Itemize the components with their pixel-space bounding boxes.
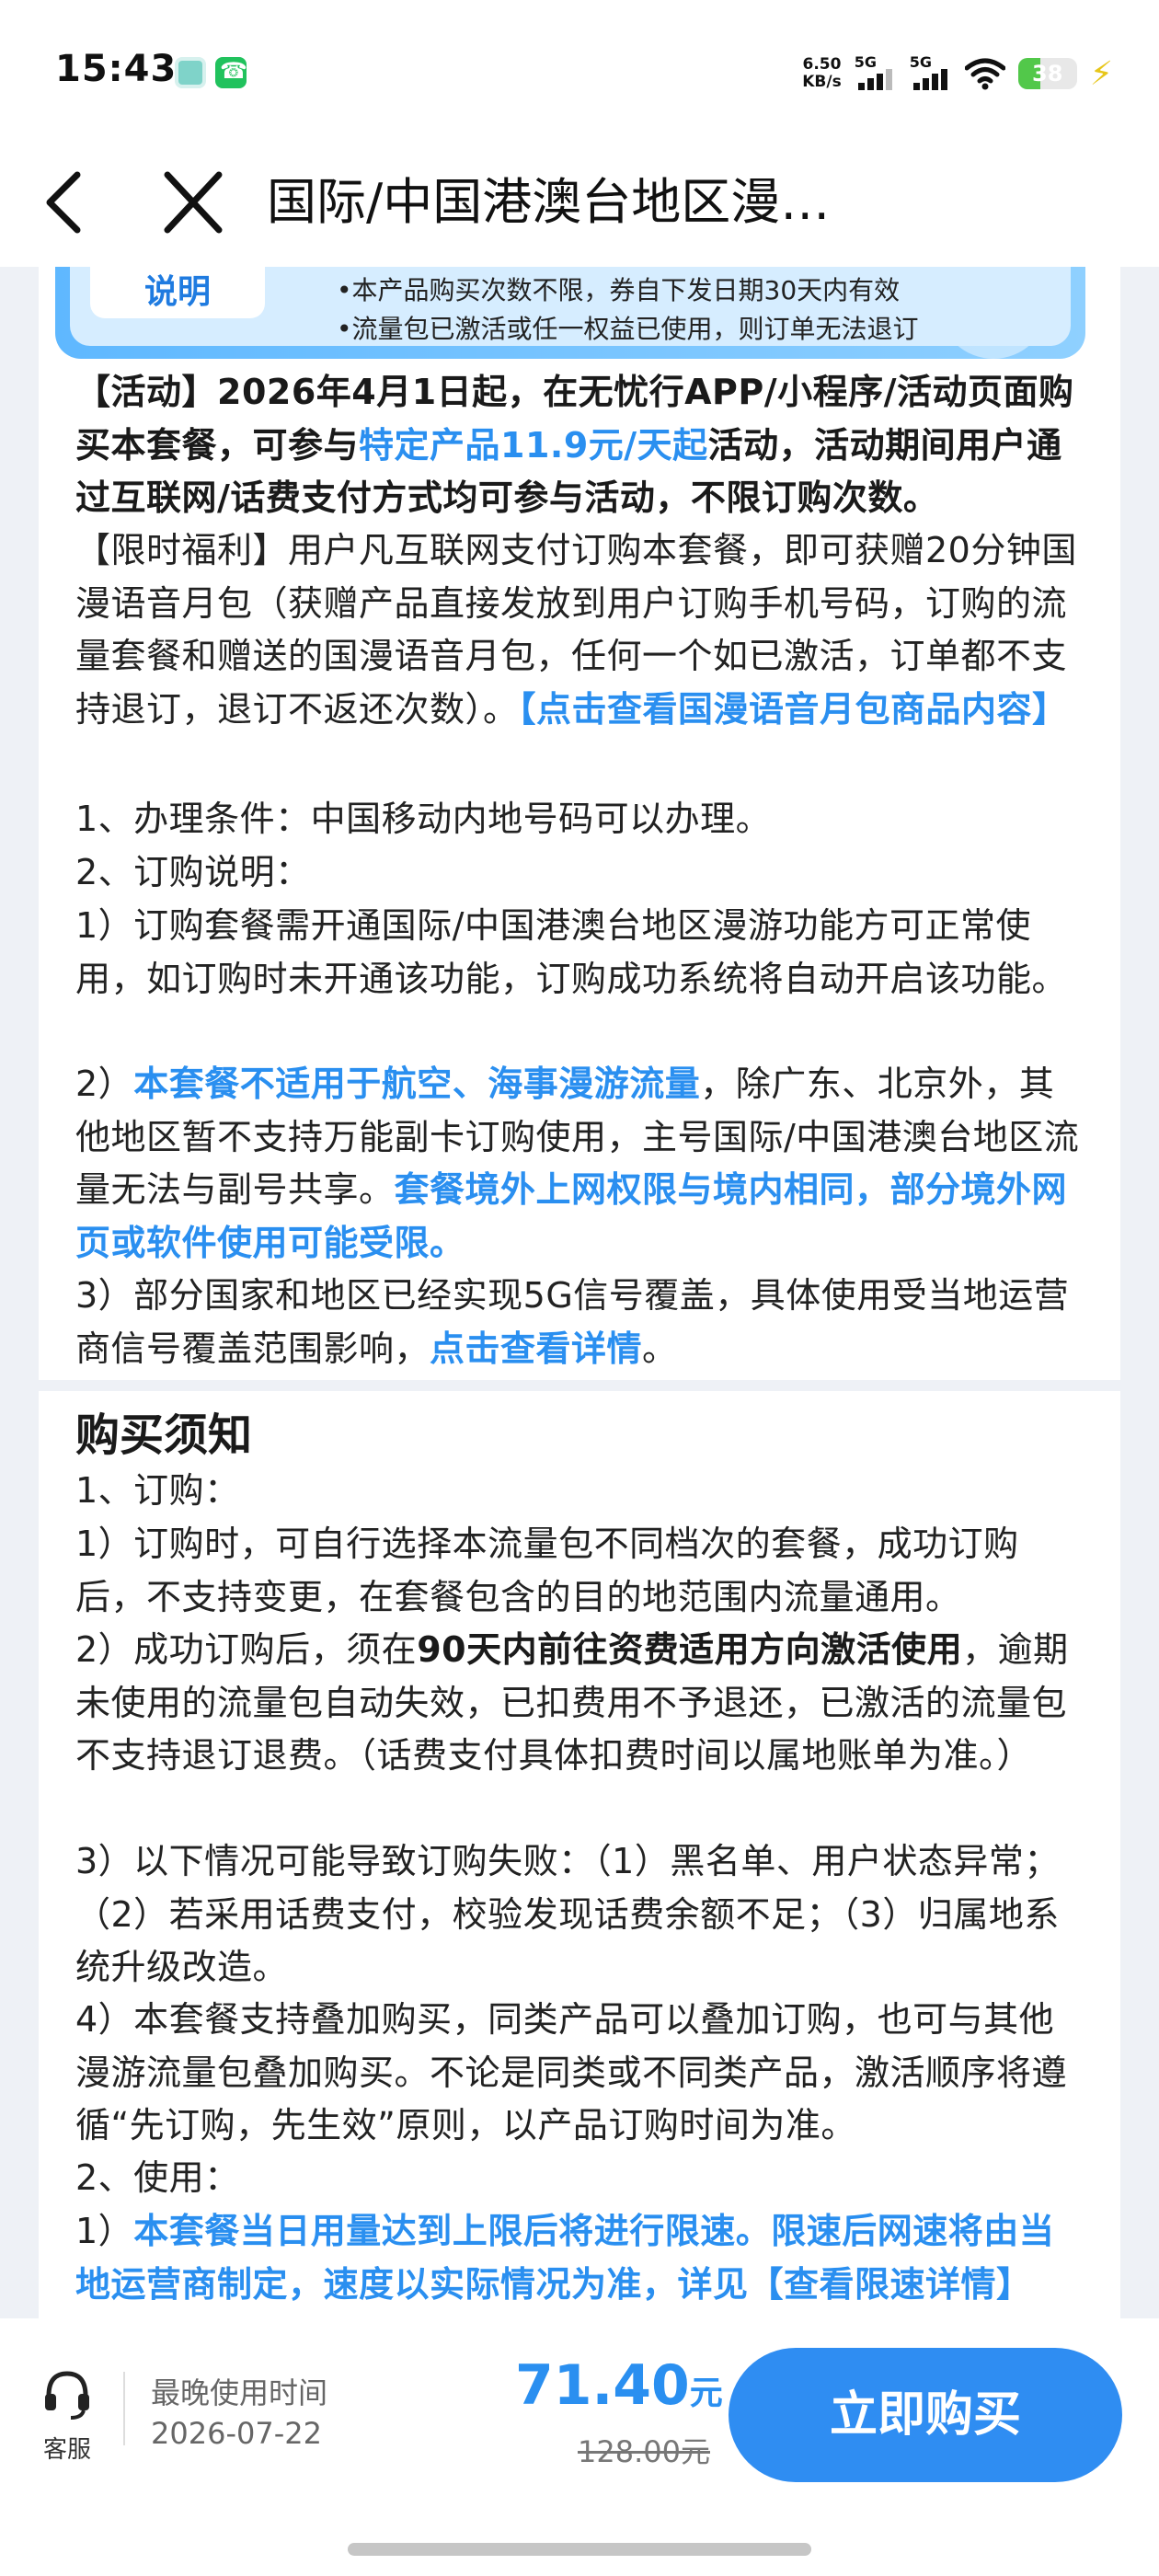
notice-item: 1）订购时，可自行选择本流量包不同档次的套餐，成功订购后，不支持变更，在套餐包含… — [75, 1524, 1019, 1617]
page-title: 国际/中国港澳台地区漫… — [267, 173, 831, 231]
notice-item: 3）以下情况可能导致订购失败：（1）黑名单、用户状态异常；（2）若采用话费支付，… — [75, 1841, 1060, 1987]
customer-service-button[interactable]: 客服 — [35, 2366, 99, 2465]
close-icon[interactable] — [156, 166, 230, 239]
welfare-paragraph: 【限时福利】用户凡互联网支付订购本套餐，即可获赠20分钟国漫语音月包（获赠产品直… — [75, 524, 1087, 736]
notice-bold: 90天内前往资费适用方向激活使用 — [417, 1629, 963, 1670]
deadline-value: 2026-07-22 — [151, 2416, 322, 2451]
home-indicator[interactable] — [348, 2543, 811, 2556]
notice-item: 1）本套餐当日用量达到上限后将进行限速。限速后网速将由当地运营商制定，速度以实际… — [75, 2205, 1087, 2312]
battery-icon: 38 — [1017, 58, 1077, 89]
activity-paragraph: 【活动】2026年4月1日起，在无忧行APP/小程序/活动页面购买本套餐，可参与… — [75, 366, 1087, 525]
back-arrow-icon[interactable] — [37, 166, 101, 239]
notice-text: 2）成功订购后，须在 — [75, 1629, 418, 1670]
order-instruction: 3）部分国家和地区已经实现5G信号覆盖，具体使用受当地运营商信号覆盖范围影响，点… — [75, 1270, 1087, 1375]
nav-bar: 国际/中国港澳台地区漫… — [0, 138, 1159, 267]
phone-app-notification-icon — [215, 57, 247, 88]
battery-level: 38 — [1032, 61, 1063, 86]
speed-limit-link[interactable]: 本套餐当日用量达到上限后将进行限速。限速后网速将由当地运营商制定，速度以实际情况… — [75, 2211, 1054, 2305]
headset-icon — [45, 2371, 89, 2420]
condition-item: 2、订购说明： — [75, 852, 311, 892]
message-notification-icon — [175, 57, 206, 88]
bottom-bar: 客服 最晚使用时间 2026-07-22 71.40元 128.00元 立即购买 — [0, 2320, 1159, 2576]
activity-highlight-link[interactable]: 特定产品11.9元/天起 — [359, 425, 708, 466]
explain-banner-body: 说明 •本产品购买次数不限，券自下发日期30天内有效 •流量包已激活或任一权益已… — [70, 267, 1071, 346]
explain-line: •本产品购买次数不限，券自下发日期30天内有效 — [337, 275, 901, 305]
order-instruction: 2）本套餐不适用于航空、海事漫游流量，除广东、北京外，其他地区暂不支持万能副卡订… — [75, 1058, 1087, 1270]
deadline-label: 最晚使用时间 — [151, 2375, 328, 2410]
explain-tag: 说明 — [90, 267, 265, 318]
network-speed-value: 6.50 — [802, 55, 842, 74]
notice-item: 4）本套餐支持叠加购买，同类产品可以叠加订购，也可与其他漫游流量包叠加购买。不论… — [75, 1999, 1068, 2145]
coverage-details-link[interactable]: 点击查看详情 — [430, 1328, 642, 1369]
status-indicators: 6.50 KB/s 5G 5G 38 ⚡ — [802, 53, 1113, 94]
voice-package-link[interactable]: 【点击查看国漫语音月包商品内容】 — [519, 689, 1068, 730]
signal-1-icon: 5G — [855, 53, 897, 92]
original-price: 128.00元 — [578, 2434, 710, 2469]
price-value: 71.40 — [515, 2353, 690, 2418]
condition-item: 1、办理条件：中国移动内地号码可以办理。 — [75, 799, 772, 839]
explain-banner: 说明 •本产品购买次数不限，券自下发日期30天内有效 •流量包已激活或任一权益已… — [55, 267, 1085, 359]
network-speed: 6.50 KB/s — [802, 56, 841, 91]
notice-text: 1） — [75, 2211, 134, 2251]
divider — [123, 2372, 125, 2445]
network-speed-unit: KB/s — [802, 73, 842, 91]
explain-line: •流量包已激活或任一权益已使用，则订单无法退订 — [337, 314, 919, 344]
customer-service-label: 客服 — [42, 2436, 91, 2464]
notice-heading: 2、使用： — [75, 2157, 240, 2198]
buy-now-button[interactable]: 立即购买 — [729, 2348, 1122, 2482]
notice-item: 2）成功订购后，须在90天内前往资费适用方向激活使用，逾期未使用的流量包自动失效… — [75, 1624, 1087, 1783]
order-instruction: 1）订购套餐需开通国际/中国港澳台地区漫游功能方可正常使用，如订购时未开通该功能… — [75, 905, 1068, 999]
instruction-prefix: 2） — [75, 1064, 134, 1104]
price-unit: 元 — [689, 2375, 723, 2412]
notice-heading: 1、订购： — [75, 1470, 240, 1511]
notice-title: 购买须知 — [75, 1409, 253, 1461]
current-price: 71.40元 — [515, 2353, 723, 2418]
signal-2-icon: 5G — [910, 53, 952, 92]
status-time: 15:43 — [55, 48, 178, 90]
wifi-icon — [964, 58, 1005, 90]
charging-bolt-icon: ⚡ — [1089, 54, 1113, 93]
instruction-highlight: 本套餐不适用于航空、海事漫游流量 — [133, 1064, 701, 1104]
instruction-text: 。 — [642, 1328, 678, 1369]
status-bar: 15:43 6.50 KB/s 5G 5G 38 ⚡ — [0, 0, 1159, 138]
